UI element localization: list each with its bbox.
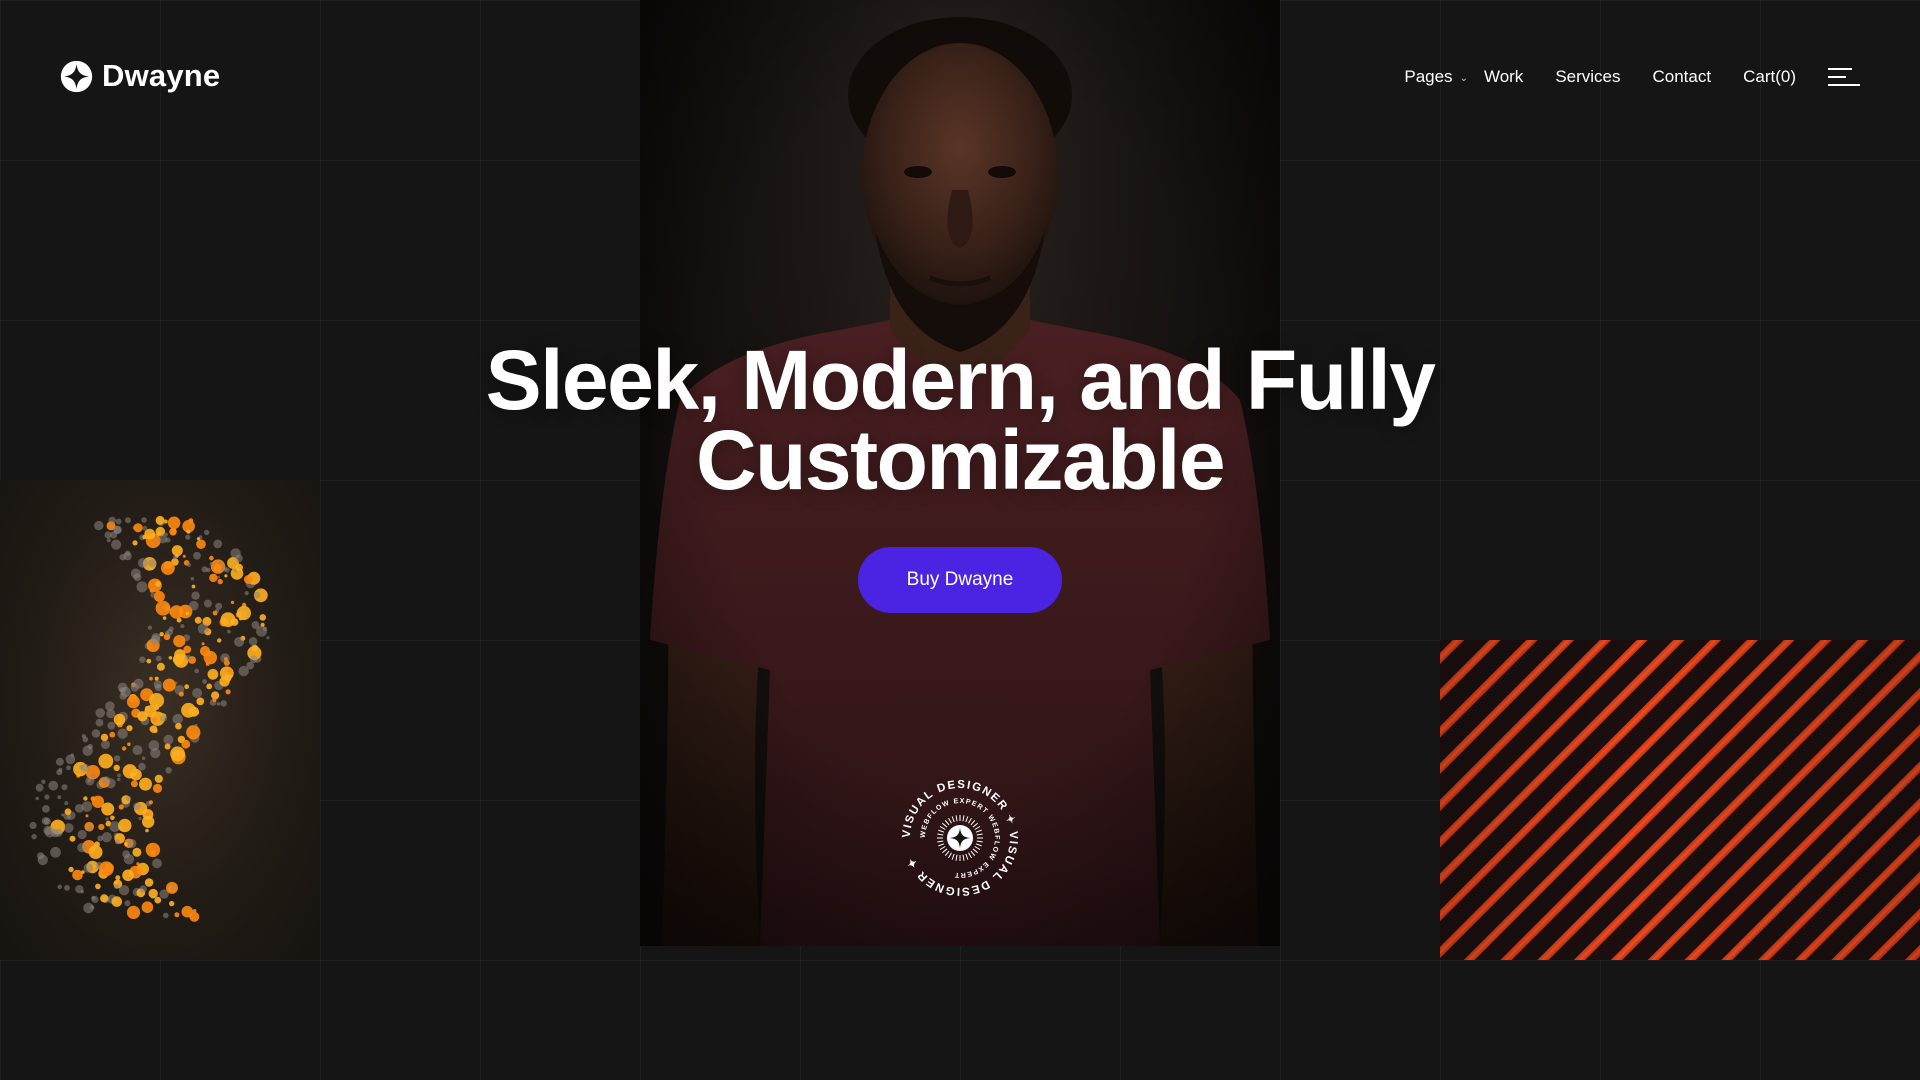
particles-image — [0, 480, 320, 960]
main-navigation: Pages ⌄ Work Services Contact Cart(0) — [1404, 64, 1860, 90]
nav-item-contact[interactable]: Contact — [1653, 67, 1712, 87]
nav-item-pages[interactable]: Pages ⌄ — [1404, 67, 1468, 87]
hero-title: Sleek, Modern, and Fully Customizable — [0, 333, 1920, 507]
nav-item-cart[interactable]: Cart(0) — [1743, 67, 1796, 87]
hamburger-menu-icon[interactable] — [1828, 66, 1860, 88]
nav-item-services[interactable]: Services — [1555, 67, 1620, 87]
visual-designer-badge: VISUAL DESIGNER ✦ VISUAL DESIGNER ✦ WEBF… — [901, 779, 1018, 897]
hero-section: Dwayne Pages ⌄ Work Services Contact Car… — [0, 0, 1920, 1080]
brand-name: Dwayne — [102, 58, 221, 93]
stripes-image — [1440, 640, 1920, 960]
chevron-down-icon: ⌄ — [1459, 72, 1468, 84]
nav-item-pages-label: Pages — [1404, 67, 1453, 86]
hero-title-line-2: Customizable — [695, 413, 1226, 507]
four-point-star-icon — [60, 60, 93, 92]
buy-dwayne-button[interactable]: Buy Dwayne — [858, 547, 1062, 613]
hero-title-line-1: Sleek, Modern, and Fully — [485, 333, 1436, 427]
brand-logo[interactable]: Dwayne — [60, 58, 220, 94]
four-point-star-icon — [947, 825, 973, 851]
nav-item-work[interactable]: Work — [1484, 67, 1523, 87]
